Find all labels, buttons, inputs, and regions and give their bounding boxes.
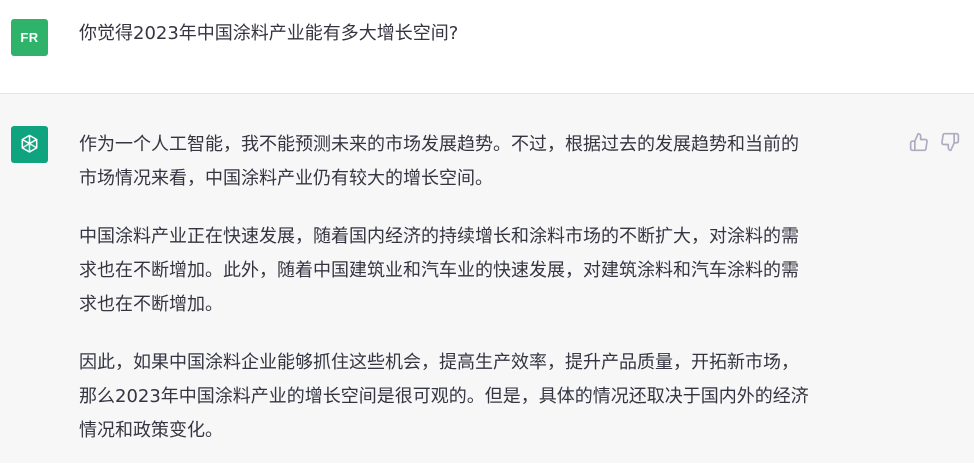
- user-message-text: 你觉得2023年中国涂料产业能有多大增长空间?: [79, 23, 459, 44]
- thumbs-up-icon: [909, 132, 928, 152]
- assistant-message-row: 作为一个人工智能，我不能预测未来的市场发展趋势。不过，根据过去的发展趋势和当前的…: [0, 94, 974, 463]
- text-line: 市场情况来看，中国涂料产业仍有较大的增长空间。: [79, 168, 493, 189]
- paragraph-3: 因此，如果中国涂料企业能够抓住这些机会，提高生产效率，提升产品质量，开拓新市场，…: [79, 346, 889, 448]
- user-avatar: FR: [11, 19, 48, 56]
- text-line: 那么2023年中国涂料产业的增长空间是很可观的。但是，具体的情况还取决于国内外的…: [79, 386, 809, 407]
- thumbs-down-icon: [941, 132, 960, 152]
- text-line: 求也在不断增加。: [79, 294, 223, 315]
- paragraph-1: 作为一个人工智能，我不能预测未来的市场发展趋势。不过，根据过去的发展趋势和当前的…: [79, 128, 889, 196]
- user-message-row: FR 你觉得2023年中国涂料产业能有多大增长空间?: [0, 0, 974, 94]
- text-line: 因此，如果中国涂料企业能够抓住这些机会，提高生产效率，提升产品质量，开拓新市场，: [79, 352, 799, 373]
- text-line: 中国涂料产业正在快速发展，随着国内经济的持续增长和涂料市场的不断扩大，对涂料的需: [79, 226, 799, 247]
- paragraph-2: 中国涂料产业正在快速发展，随着国内经济的持续增长和涂料市场的不断扩大，对涂料的需…: [79, 220, 889, 322]
- thumbs-up-button[interactable]: [909, 132, 929, 152]
- thumbs-down-button[interactable]: [940, 132, 960, 152]
- text-line: 作为一个人工智能，我不能预测未来的市场发展趋势。不过，根据过去的发展趋势和当前的: [79, 134, 799, 155]
- assistant-avatar: [11, 126, 48, 163]
- text-line: 情况和政策变化。: [79, 420, 223, 441]
- text-line: 求也在不断增加。此外，随着中国建筑业和汽车业的快速发展，对建筑涂料和汽车涂料的需: [79, 260, 799, 281]
- openai-logo-icon: [21, 134, 38, 153]
- assistant-message-text: 作为一个人工智能，我不能预测未来的市场发展趋势。不过，根据过去的发展趋势和当前的…: [79, 128, 889, 472]
